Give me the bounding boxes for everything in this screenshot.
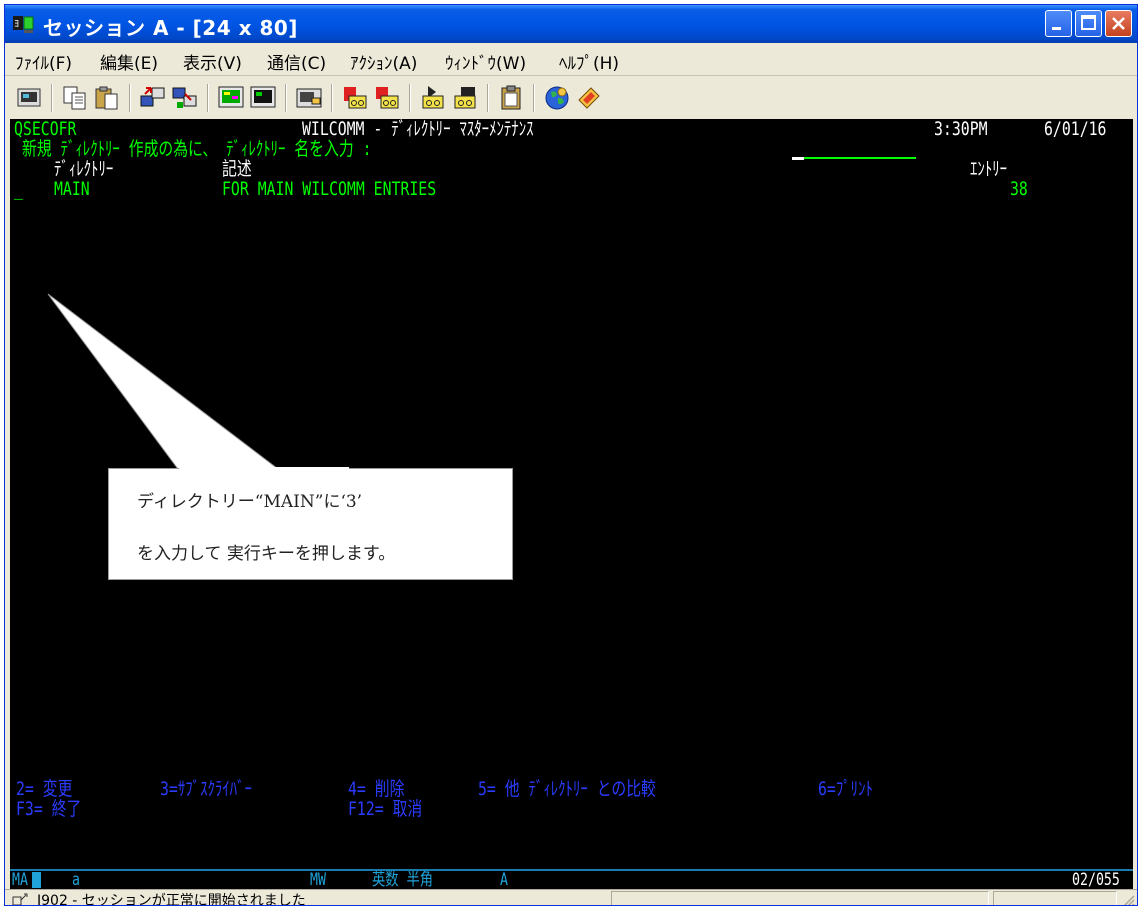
minimize-icon: [1052, 27, 1061, 30]
status-cell-2: [993, 891, 1117, 905]
callout-line-2: を入力して 実行キーを押します。: [137, 544, 396, 564]
toolbar-separator: [331, 84, 333, 112]
oia-field-a: a: [72, 870, 80, 890]
maximize-icon: [1081, 15, 1096, 30]
copy-icon[interactable]: [61, 84, 89, 112]
connection-icon: [12, 893, 28, 905]
oia-indicator: [32, 872, 41, 888]
stop-macro-icon[interactable]: [373, 84, 401, 112]
toolbar-separator: [129, 84, 131, 112]
status-cell-1: [611, 891, 989, 905]
receive-file-icon[interactable]: [171, 84, 199, 112]
oia-field-upper-a: A: [500, 870, 508, 890]
menu-bar: ﾌｧｲﾙ(F) 編集(E) 表示(V) 通信(C) ｱｸｼｮﾝ(A) ｳｨﾝﾄﾞ…: [5, 43, 1137, 76]
menu-window[interactable]: ｳｨﾝﾄﾞｳ(W): [445, 49, 526, 74]
create-directory-prompt: 新規 ﾃﾞｨﾚｸﾄﾘｰ 作成の為に、 ﾃﾞｨﾚｸﾄﾘｰ 名を入力 :: [22, 138, 372, 160]
display-color-icon[interactable]: [249, 84, 277, 112]
record-macro-icon[interactable]: [341, 84, 369, 112]
new-directory-input[interactable]: [804, 157, 916, 159]
emulator-window: ﾖ セッション A - [24 x 80] ﾌｧｲﾙ(F) 編集(E) 表示(V…: [4, 4, 1138, 906]
directory-description: FOR MAIN WILCOMM ENTRIES: [222, 178, 437, 200]
option-field[interactable]: _: [14, 179, 23, 199]
menu-view[interactable]: 表示(V): [183, 49, 242, 74]
svg-text:ﾖ: ﾖ: [14, 19, 19, 30]
oia-mw: MW: [310, 870, 326, 890]
menu-edit[interactable]: 編集(E): [100, 49, 158, 74]
directory-name: MAIN: [54, 178, 90, 200]
cursor-position: 02/055: [1072, 870, 1120, 890]
session-icon: ﾖ: [13, 16, 34, 33]
f12-cancel[interactable]: F12= 取消: [348, 799, 422, 819]
menu-action[interactable]: ｱｸｼｮﾝ(A): [350, 49, 417, 74]
minimize-button[interactable]: [1045, 10, 1072, 37]
status-bar: I902 - セッションが正常に開始されました: [5, 889, 1137, 906]
resize-grip-icon[interactable]: [1121, 893, 1135, 906]
option-change: 2= 変更: [16, 778, 73, 800]
date-display: 6/01/16: [1044, 119, 1107, 140]
option-subscriber: 3=ｻﾌﾞｽｸﾗｲﾊﾞｰ: [160, 778, 252, 800]
text-cursor: [792, 157, 804, 160]
f3-exit[interactable]: F3= 終了: [16, 799, 81, 819]
user-id: QSECOFR: [14, 119, 77, 140]
toolbar-separator: [207, 84, 209, 112]
macro-setup-icon[interactable]: [451, 84, 479, 112]
status-message: I902 - セッションが正常に開始されました: [37, 893, 306, 906]
clipboard-icon[interactable]: [497, 84, 525, 112]
menu-help[interactable]: ﾍﾙﾌﾟ(H): [559, 49, 619, 74]
display-setup-icon[interactable]: [217, 84, 245, 112]
globe-icon[interactable]: [543, 84, 571, 112]
entry-count: 38: [1010, 178, 1028, 200]
option-delete: 4= 削除: [348, 778, 405, 800]
screen-title: WILCOMM - ﾃﾞｨﾚｸﾄﾘｰ ﾏｽﾀｰﾒﾝﾃﾅﾝｽ: [302, 119, 534, 140]
title-bar[interactable]: ﾖ セッション A - [24 x 80]: [5, 5, 1137, 43]
toolbar-separator: [51, 84, 53, 112]
send-file-icon[interactable]: [139, 84, 167, 112]
instruction-callout: ディレクトリー“MAIN”に‘3’ を入力して 実行キーを押します。: [108, 467, 513, 580]
time-display: 3:30PM: [934, 119, 988, 140]
operator-info-area: MA a MW 英数 半角 A 02/055: [10, 869, 1133, 889]
callout-line-1: ディレクトリー“MAIN”に‘3’: [137, 492, 363, 512]
column-header-directory: ﾃﾞｨﾚｸﾄﾘｰ: [54, 158, 114, 180]
toolbar: [5, 76, 1137, 120]
close-button[interactable]: [1105, 10, 1132, 37]
display-icon[interactable]: [15, 84, 43, 112]
paste-icon[interactable]: [93, 84, 121, 112]
option-compare: 5= 他 ﾃﾞｨﾚｸﾄﾘｰ との比較: [478, 778, 656, 800]
toolbar-separator: [487, 84, 489, 112]
option-print: 6=ﾌﾟﾘﾝﾄ: [818, 778, 873, 800]
oia-mode: MA: [12, 870, 28, 890]
menu-file[interactable]: ﾌｧｲﾙ(F): [15, 49, 72, 74]
oia-input-mode: 英数 半角: [372, 870, 434, 890]
window-title: セッション A - [24 x 80]: [43, 16, 298, 40]
column-header-entries: ｴﾝﾄﾘｰ: [970, 158, 1008, 180]
help-icon[interactable]: [575, 84, 603, 112]
toolbar-separator: [285, 84, 287, 112]
play-macro-icon[interactable]: [419, 84, 447, 112]
menu-communication[interactable]: 通信(C): [267, 49, 326, 74]
column-header-description: 記述: [222, 158, 252, 180]
close-icon: [1112, 17, 1125, 30]
keyboard-map-icon[interactable]: [295, 84, 323, 112]
toolbar-separator: [533, 84, 535, 112]
maximize-button[interactable]: [1075, 10, 1102, 37]
toolbar-separator: [409, 84, 411, 112]
